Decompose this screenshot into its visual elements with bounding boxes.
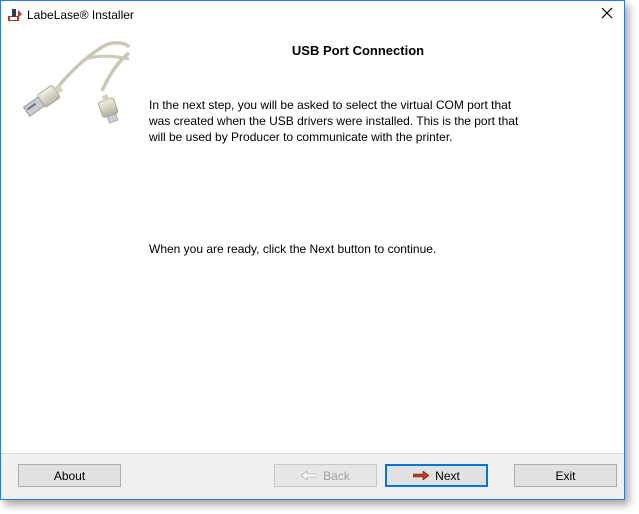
back-button[interactable]: Back <box>274 464 377 487</box>
close-icon <box>601 6 613 24</box>
next-arrow-icon <box>412 470 430 481</box>
about-button-label: About <box>53 468 86 483</box>
instruction-text: When you are ready, click the Next butto… <box>149 242 437 256</box>
next-button-label: Next <box>435 468 460 483</box>
installer-window: LabeLase® Installer USB Port Connection … <box>0 0 625 500</box>
wizard-content: USB Port Connection In the next step, yo… <box>1 31 624 453</box>
back-arrow-icon <box>300 470 318 481</box>
page-title: USB Port Connection <box>291 43 425 58</box>
button-bar: About Back Next Exit <box>1 453 624 499</box>
next-button[interactable]: Next <box>385 464 488 487</box>
labelase-app-icon <box>7 7 23 23</box>
back-button-label: Back <box>323 468 350 483</box>
window-title: LabeLase® Installer <box>27 8 134 22</box>
about-button[interactable]: About <box>18 464 121 487</box>
exit-button-label: Exit <box>555 468 576 483</box>
exit-button[interactable]: Exit <box>514 464 617 487</box>
usb-cable-image <box>22 40 131 125</box>
description-text: In the next step, you will be asked to s… <box>149 98 519 144</box>
title-bar[interactable]: LabeLase® Installer <box>1 1 624 31</box>
close-button[interactable] <box>590 1 624 29</box>
